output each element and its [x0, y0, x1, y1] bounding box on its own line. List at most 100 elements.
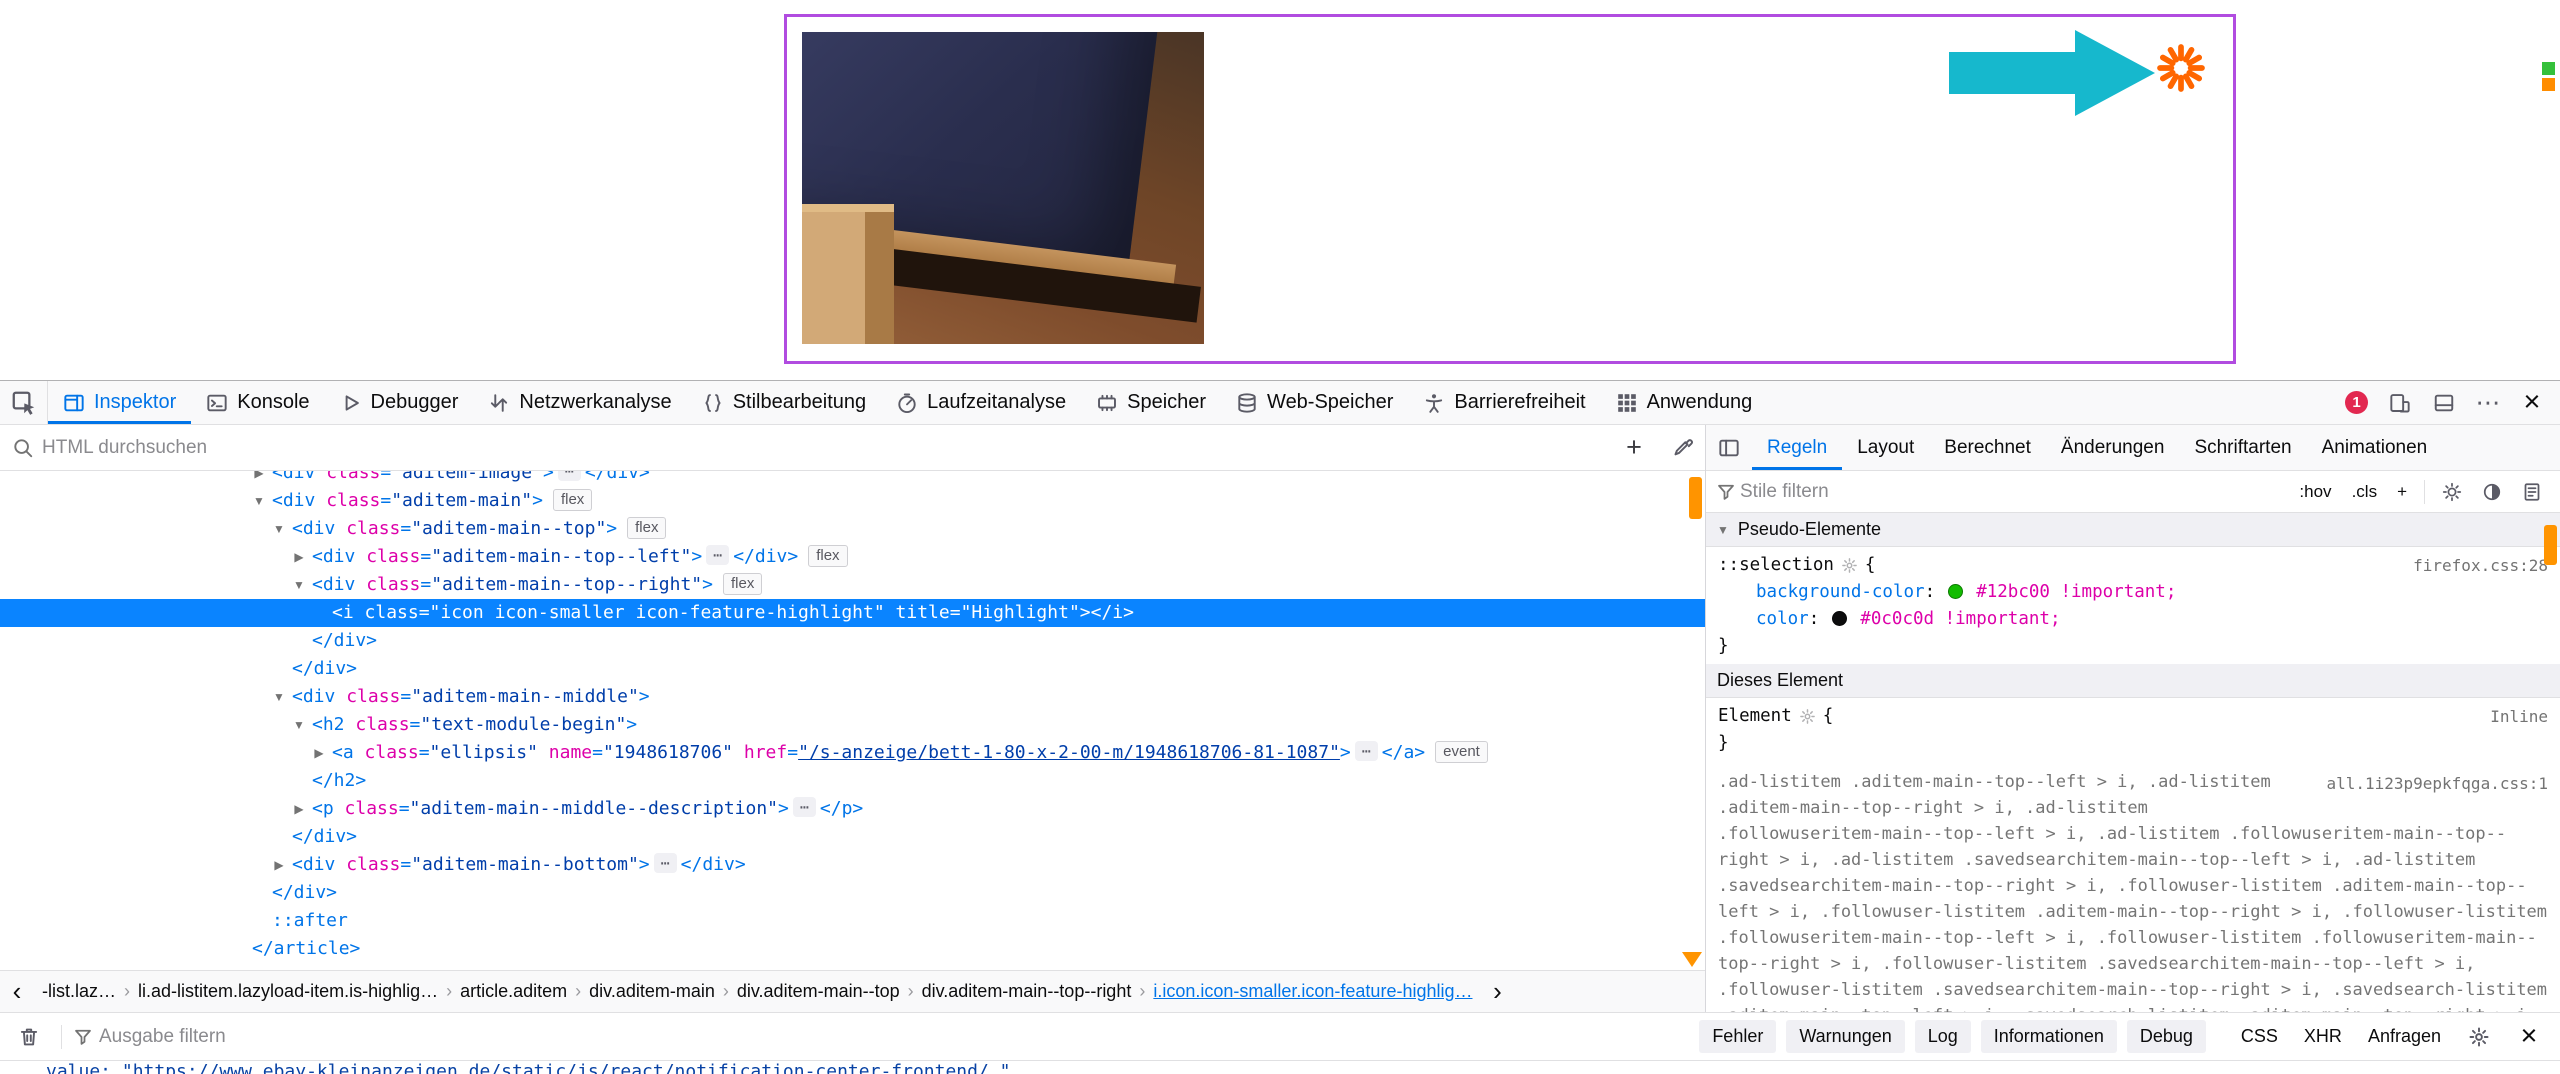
- sidebar-tab-animationen[interactable]: Animationen: [2307, 425, 2443, 470]
- console-category-anfragen[interactable]: Anfragen: [2357, 1020, 2452, 1053]
- this-element-section-header[interactable]: Dieses Element: [1706, 664, 2560, 698]
- light-scheme-button[interactable]: [2434, 471, 2470, 512]
- markup-node[interactable]: ▼<div class="aditem-main--top--right">fl…: [0, 571, 1705, 599]
- devtools-menu-button[interactable]: ⋯: [2466, 381, 2510, 424]
- error-count-badge[interactable]: 1: [2345, 391, 2368, 414]
- console-filter-debug[interactable]: Debug: [2127, 1020, 2206, 1053]
- markup-search-input[interactable]: [42, 437, 1605, 459]
- ad-photo[interactable]: [802, 32, 1204, 344]
- console-settings-button[interactable]: [2458, 1013, 2500, 1060]
- markup-node[interactable]: ▶<div class="aditem-main--bottom">⋯</div…: [0, 851, 1705, 879]
- markup-node[interactable]: ▼<div class="aditem-main--top">flex: [0, 515, 1705, 543]
- color-swatch[interactable]: [1832, 611, 1847, 626]
- close-devtools-button[interactable]: ×: [2510, 381, 2554, 424]
- sidebar-tab-berechnet[interactable]: Berechnet: [1929, 425, 2046, 470]
- flex-badge[interactable]: flex: [808, 545, 847, 567]
- inline-ellipsis-button[interactable]: ⋯: [558, 471, 581, 481]
- devtools-tab-debugger[interactable]: Debugger: [325, 381, 474, 424]
- breadcrumb-item[interactable]: div.aditem-main--top--right: [914, 981, 1140, 1002]
- expand-arrow-icon[interactable]: ▶: [290, 795, 308, 823]
- toggle-hover-button[interactable]: :hov: [2291, 478, 2339, 506]
- collapse-arrow-icon[interactable]: ▼: [270, 683, 288, 711]
- sidebar-tab-schriftarten[interactable]: Schriftarten: [2179, 425, 2306, 470]
- pseudo-elements-section-header[interactable]: ▼ Pseudo-Elemente: [1706, 513, 2560, 547]
- add-rule-button[interactable]: +: [2389, 478, 2415, 506]
- collapse-arrow-icon[interactable]: ▼: [290, 571, 308, 599]
- breadcrumb-item[interactable]: -list.laz…: [34, 981, 124, 1002]
- devtools-tab-inspektor[interactable]: Inspektor: [48, 381, 191, 424]
- print-simulation-button[interactable]: [2514, 471, 2550, 512]
- devtools-tab-konsole[interactable]: Konsole: [191, 381, 324, 424]
- markup-node[interactable]: </div>: [0, 655, 1705, 683]
- devtools-tab-speicher[interactable]: Speicher: [1081, 381, 1221, 424]
- breadcrumb-item[interactable]: i.icon.icon-smaller.icon-feature-highlig…: [1145, 981, 1480, 1002]
- devtools-tab-laufzeitanalyse[interactable]: Laufzeitanalyse: [881, 381, 1081, 424]
- console-category-xhr[interactable]: XHR: [2293, 1020, 2353, 1053]
- dock-button[interactable]: [2422, 381, 2466, 424]
- devtools-tab-web-speicher[interactable]: Web-Speicher: [1221, 381, 1408, 424]
- markup-node[interactable]: </div>: [0, 627, 1705, 655]
- devtools-tab-netzwerkanalyse[interactable]: Netzwerkanalyse: [473, 381, 686, 424]
- css-declaration[interactable]: background-color: #12bc00 !important;: [1718, 579, 2548, 606]
- add-node-button[interactable]: +: [1613, 425, 1655, 470]
- devtools-tab-barrierefreiheit[interactable]: Barrierefreiheit: [1408, 381, 1600, 424]
- gear-icon[interactable]: [1799, 708, 1816, 725]
- rule-selector[interactable]: ::selection: [1718, 552, 1834, 579]
- stylesheet-link[interactable]: firefox.css:28: [2413, 552, 2548, 579]
- inline-ellipsis-button[interactable]: ⋯: [654, 853, 677, 873]
- flex-badge[interactable]: flex: [723, 573, 762, 595]
- close-split-console-button[interactable]: ×: [2506, 1013, 2552, 1060]
- clear-console-button[interactable]: [8, 1013, 50, 1060]
- inline-ellipsis-button[interactable]: ⋯: [1355, 741, 1378, 761]
- collapse-arrow-icon[interactable]: ▼: [290, 711, 308, 739]
- markup-node[interactable]: ▼<div class="aditem-main--middle">: [0, 683, 1705, 711]
- expand-arrow-icon[interactable]: ▶: [270, 851, 288, 879]
- breadcrumb-prev-button[interactable]: ‹: [0, 971, 34, 1012]
- stylesheet-link[interactable]: all.1i23p9epkfqga.css:1: [2326, 771, 2548, 797]
- markup-node[interactable]: </div>: [0, 879, 1705, 907]
- sidebar-tab-änderungen[interactable]: Änderungen: [2046, 425, 2180, 470]
- markup-node[interactable]: </article>: [0, 935, 1705, 963]
- inline-ellipsis-button[interactable]: ⋯: [706, 545, 729, 565]
- scrollbar-marker[interactable]: [2544, 525, 2557, 565]
- markup-node[interactable]: ▶<a class="ellipsis" name="1948618706" h…: [0, 739, 1705, 767]
- expand-arrow-icon[interactable]: ▶: [310, 739, 328, 767]
- event-badge[interactable]: event: [1435, 741, 1488, 763]
- markup-node[interactable]: ▶<div class="aditem-image">⋯</div>: [0, 471, 1705, 487]
- markup-node[interactable]: </div>: [0, 823, 1705, 851]
- section-collapse-icon[interactable]: ▼: [1717, 523, 1729, 537]
- markup-node[interactable]: ▼<div class="aditem-main">flex: [0, 487, 1705, 515]
- breadcrumb-next-button[interactable]: ›: [1480, 971, 1514, 1012]
- sidebar-tab-regeln[interactable]: Regeln: [1752, 425, 1842, 470]
- console-category-css[interactable]: CSS: [2230, 1020, 2289, 1053]
- color-swatch[interactable]: [1948, 584, 1963, 599]
- markup-node[interactable]: <i class="icon icon-smaller icon-feature…: [0, 599, 1705, 627]
- sidebar-tab-layout[interactable]: Layout: [1842, 425, 1929, 470]
- inline-ellipsis-button[interactable]: ⋯: [793, 797, 816, 817]
- markup-node[interactable]: </h2>: [0, 767, 1705, 795]
- console-filter-fehler[interactable]: Fehler: [1699, 1020, 1776, 1053]
- styles-filter-input[interactable]: [1740, 481, 2287, 503]
- console-filter-log[interactable]: Log: [1915, 1020, 1971, 1053]
- css-declaration[interactable]: color: #0c0c0d !important;: [1718, 606, 2548, 633]
- console-filter-input[interactable]: [99, 1026, 1693, 1048]
- markup-node[interactable]: ::after: [0, 907, 1705, 935]
- rule-selector[interactable]: Element: [1718, 703, 1792, 730]
- expand-arrow-icon[interactable]: ▶: [250, 471, 268, 487]
- toggle-sidebar-button[interactable]: [1706, 425, 1752, 470]
- markup-node[interactable]: ▶<div class="aditem-main--top--left">⋯</…: [0, 543, 1705, 571]
- console-filter-informationen[interactable]: Informationen: [1981, 1020, 2117, 1053]
- collapse-arrow-icon[interactable]: ▼: [250, 487, 268, 515]
- flex-badge[interactable]: flex: [627, 517, 666, 539]
- collapse-arrow-icon[interactable]: ▼: [270, 515, 288, 543]
- breadcrumb-item[interactable]: div.aditem-main: [581, 981, 723, 1002]
- markup-node[interactable]: ▶<p class="aditem-main--middle--descript…: [0, 795, 1705, 823]
- breadcrumb-item[interactable]: li.ad-listitem.lazyload-item.is-highlig…: [130, 981, 446, 1002]
- console-filter-warnungen[interactable]: Warnungen: [1786, 1020, 1904, 1053]
- gear-icon[interactable]: [1841, 557, 1858, 574]
- devtools-tab-anwendung[interactable]: Anwendung: [1601, 381, 1768, 424]
- responsive-mode-button[interactable]: [2378, 381, 2422, 424]
- flex-badge[interactable]: flex: [553, 489, 592, 511]
- breadcrumb-item[interactable]: div.aditem-main--top: [729, 981, 908, 1002]
- expand-arrow-icon[interactable]: ▶: [290, 543, 308, 571]
